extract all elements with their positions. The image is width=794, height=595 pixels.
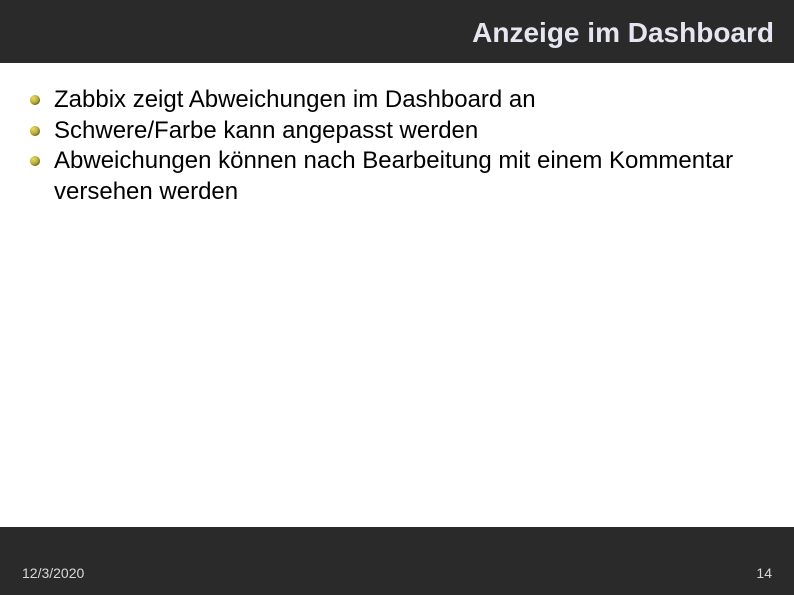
slide-content: Zabbix zeigt Abweichungen im Dashboard a… (0, 69, 794, 527)
list-item: Abweichungen können nach Bearbeitung mit… (28, 146, 772, 207)
page-number: 14 (756, 565, 772, 581)
bullet-icon (30, 156, 40, 166)
bullet-text: Schwere/Farbe kann angepasst werden (54, 117, 478, 144)
bullet-list: Zabbix zeigt Abweichungen im Dashboard a… (28, 85, 772, 208)
list-item: Zabbix zeigt Abweichungen im Dashboard a… (28, 85, 772, 116)
slide-header: Anzeige im Dashboard (0, 0, 794, 69)
slide-title: Anzeige im Dashboard (20, 18, 774, 49)
footer-date: 12/3/2020 (22, 565, 84, 581)
bullet-icon (30, 95, 40, 105)
bullet-text: Zabbix zeigt Abweichungen im Dashboard a… (54, 86, 536, 113)
bullet-icon (30, 126, 40, 136)
bullet-text: Abweichungen können nach Bearbeitung mit… (54, 147, 733, 205)
list-item: Schwere/Farbe kann angepasst werden (28, 116, 772, 147)
slide-footer: 12/3/2020 14 (0, 535, 794, 595)
